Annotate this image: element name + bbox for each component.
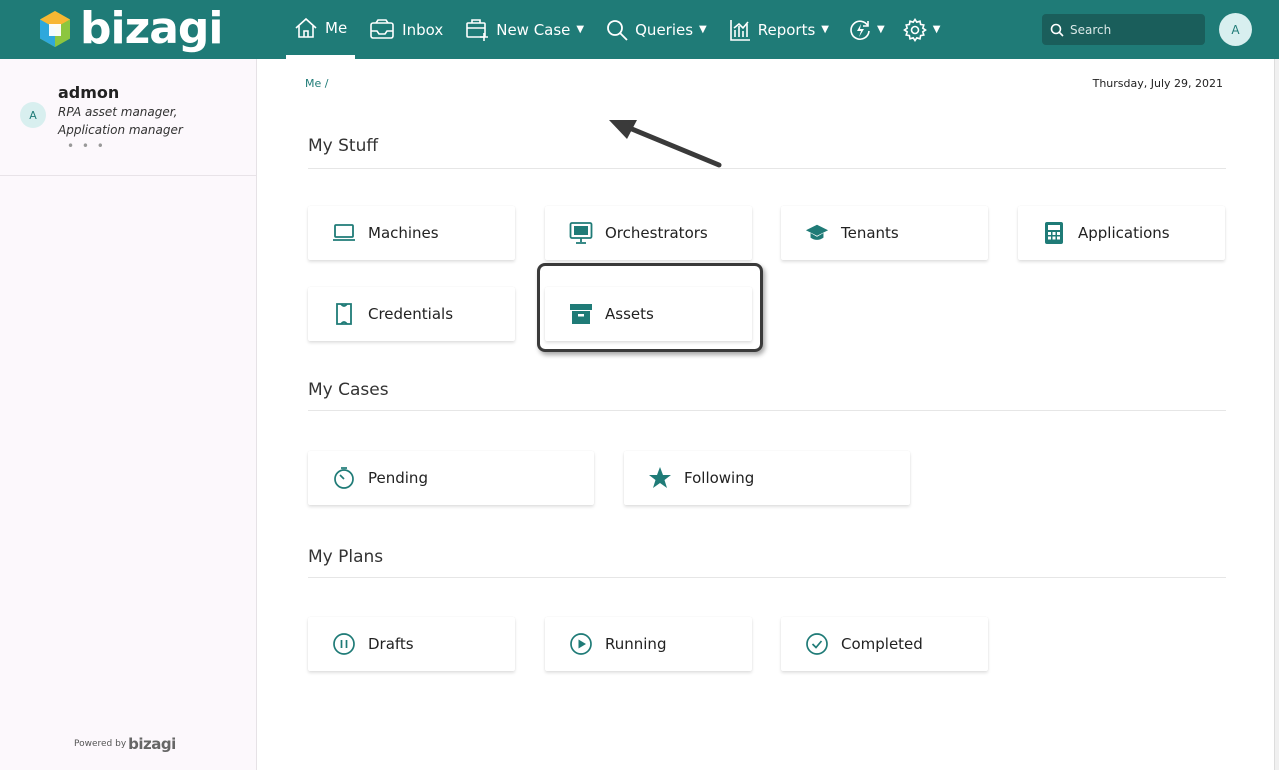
- new-case-icon: [465, 18, 489, 42]
- lightning-refresh-icon: [849, 19, 871, 41]
- card-tenants[interactable]: Tenants: [781, 206, 988, 260]
- profile-role: RPA asset manager, Application manager: [58, 105, 183, 137]
- card-label: Following: [684, 469, 755, 487]
- nav-me-label: Me: [325, 18, 348, 37]
- nav-new-case-label: New Case: [496, 20, 571, 39]
- nav-queries-label: Queries: [635, 20, 694, 39]
- right-edge: [1274, 59, 1279, 770]
- card-label: Credentials: [368, 305, 454, 323]
- logo-text: bizagi: [80, 3, 223, 54]
- archive-box-icon: [569, 302, 593, 326]
- card-label: Machines: [368, 224, 439, 242]
- chevron-down-icon: ▼: [821, 24, 829, 35]
- nav-settings[interactable]: ▼: [895, 0, 949, 59]
- annotation-arrow-icon: [609, 120, 722, 168]
- play-circle-icon: [569, 632, 593, 656]
- section-my-plans-title: My Plans: [308, 547, 384, 567]
- card-pending[interactable]: Pending: [308, 451, 594, 505]
- card-label: Tenants: [841, 224, 899, 242]
- chevron-down-icon: ▼: [576, 24, 585, 35]
- nav-inbox-label: Inbox: [402, 20, 444, 39]
- sidebar: A admon RPA asset manager, Application m…: [0, 59, 257, 770]
- star-icon: [648, 466, 672, 490]
- nav-reports[interactable]: Reports ▼: [721, 0, 837, 59]
- nav-queries[interactable]: Queries ▼: [598, 0, 715, 59]
- card-machines[interactable]: Machines: [308, 206, 515, 260]
- card-label: Orchestrators: [605, 224, 708, 242]
- main-nav: Me Inbox New Case ▼ Queries ▼ Reports ▼ …: [286, 0, 948, 59]
- card-label: Pending: [368, 469, 428, 487]
- stopwatch-icon: [332, 466, 356, 490]
- pause-circle-icon: [332, 632, 356, 656]
- chevron-down-icon: ▼: [932, 24, 941, 35]
- powered-by-label: Powered by: [74, 739, 127, 749]
- chevron-down-icon: ▼: [877, 24, 885, 35]
- current-date: Thursday, July 29, 2021: [1092, 77, 1223, 90]
- main-content: Me / Thursday, July 29, 2021 My Stuff Ma…: [257, 59, 1279, 770]
- section-my-cases-title: My Cases: [308, 380, 389, 400]
- divider: [308, 168, 1226, 169]
- bizagi-logo-icon: [40, 11, 70, 47]
- powered-by: Powered by bizagi: [74, 735, 176, 753]
- profile-name: admon: [58, 83, 120, 102]
- nav-me[interactable]: Me: [286, 0, 356, 59]
- nav-reports-label: Reports: [757, 20, 816, 39]
- card-label: Running: [605, 635, 667, 653]
- breadcrumb[interactable]: Me /: [305, 77, 328, 90]
- card-running[interactable]: Running: [545, 617, 752, 671]
- more-options-icon[interactable]: • • •: [67, 139, 106, 153]
- card-applications[interactable]: Applications: [1018, 206, 1225, 260]
- card-label: Applications: [1078, 224, 1170, 242]
- card-following[interactable]: Following: [624, 451, 910, 505]
- home-icon: [294, 17, 318, 39]
- monitor-icon: [569, 221, 593, 245]
- search-box[interactable]: [1042, 14, 1205, 45]
- section-my-stuff-title: My Stuff: [308, 136, 379, 156]
- user-profile: A admon RPA asset manager, Application m…: [0, 59, 256, 176]
- user-avatar[interactable]: A: [1219, 13, 1252, 46]
- card-credentials[interactable]: Credentials: [308, 287, 515, 341]
- card-label: Assets: [605, 305, 654, 323]
- powered-by-logo: bizagi: [128, 735, 176, 753]
- nav-automation[interactable]: ▼: [841, 0, 893, 59]
- bizagi-logo[interactable]: bizagi: [38, 3, 223, 54]
- card-assets[interactable]: Assets: [545, 287, 752, 341]
- nav-new-case[interactable]: New Case ▼: [457, 0, 592, 59]
- ticket-icon: [332, 302, 356, 326]
- search-icon: [1050, 23, 1064, 37]
- search-input[interactable]: [1070, 22, 1190, 37]
- chevron-down-icon: ▼: [699, 24, 707, 35]
- search-icon: [606, 19, 628, 41]
- check-circle-icon: [805, 632, 829, 656]
- reports-icon: [729, 19, 751, 41]
- gear-icon: [902, 17, 927, 42]
- card-completed[interactable]: Completed: [781, 617, 988, 671]
- inbox-icon: [369, 18, 395, 41]
- card-orchestrators[interactable]: Orchestrators: [545, 206, 752, 260]
- profile-avatar: A: [20, 102, 46, 128]
- card-label: Drafts: [368, 635, 414, 653]
- card-label: Completed: [841, 635, 923, 653]
- nav-inbox[interactable]: Inbox: [361, 0, 451, 59]
- divider: [308, 577, 1226, 578]
- graduation-cap-icon: [805, 221, 829, 245]
- divider: [308, 410, 1226, 411]
- calculator-icon: [1042, 221, 1066, 245]
- top-bar: bizagi Me Inbox New Case ▼ Queries ▼ Rep…: [0, 0, 1279, 59]
- laptop-icon: [332, 221, 356, 245]
- card-drafts[interactable]: Drafts: [308, 617, 515, 671]
